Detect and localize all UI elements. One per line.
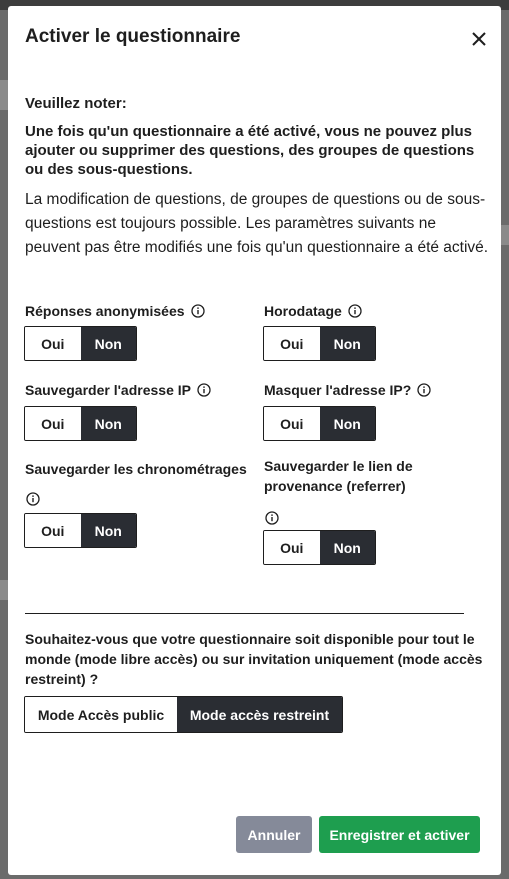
info-icon[interactable]	[190, 304, 205, 318]
toggle-yes-button[interactable]: Oui	[25, 407, 81, 440]
toggle-yes-button[interactable]: Oui	[264, 407, 320, 440]
option-label-text: Sauvegarder les chronométrages	[25, 461, 247, 477]
toggle-timings: Oui Non	[24, 513, 137, 548]
cancel-button[interactable]: Annuler	[236, 816, 312, 853]
access-mode-question: Souhaitez-vous que votre questionnaire s…	[25, 631, 483, 687]
option-label-timings: Sauvegarder les chronométrages	[25, 459, 247, 479]
dialog-title: Activer le questionnaire	[25, 26, 241, 47]
toggle-no-button[interactable]: Non	[319, 407, 375, 440]
close-icon[interactable]	[468, 28, 490, 50]
restricted-access-button[interactable]: Mode accès restreint	[177, 697, 342, 732]
toggle-mask-ip: Oui Non	[263, 406, 376, 441]
section-divider	[25, 613, 464, 614]
toggle-yes-button[interactable]: Oui	[25, 327, 81, 360]
option-label-text: Horodatage	[264, 303, 342, 319]
option-label-text: Sauvegarder l'adresse IP	[25, 382, 191, 398]
info-icon[interactable]	[26, 492, 40, 506]
background-page-element	[0, 80, 8, 110]
option-label-referrer: Sauvegarder le lien de provenance (refer…	[264, 456, 439, 496]
option-label-save-ip: Sauvegarder l'adresse IP	[25, 380, 211, 400]
toggle-yes-button[interactable]: Oui	[264, 327, 320, 360]
access-mode-toggle: Mode Accès public Mode accès restreint	[24, 696, 343, 733]
toggle-yes-button[interactable]: Oui	[264, 531, 320, 564]
notice-body: La modification de questions, de groupes…	[25, 191, 489, 256]
toggle-no-button[interactable]: Non	[80, 327, 136, 360]
info-icon[interactable]	[197, 383, 211, 397]
info-icon[interactable]	[265, 511, 279, 525]
save-and-activate-button[interactable]: Enregistrer et activer	[319, 816, 480, 853]
public-access-button[interactable]: Mode Accès public	[25, 697, 177, 732]
option-label-anonymized: Réponses anonymisées	[25, 301, 205, 321]
background-page-element	[0, 580, 8, 600]
option-label-mask-ip: Masquer l'adresse IP?	[264, 380, 431, 400]
toggle-save-ip: Oui Non	[24, 406, 137, 441]
option-label-datestamp: Horodatage	[264, 301, 362, 321]
toggle-referrer: Oui Non	[263, 530, 376, 565]
option-label-text: Réponses anonymisées	[25, 303, 185, 319]
notice-heading: Veuillez noter:	[25, 95, 127, 112]
toggle-no-button[interactable]: Non	[319, 531, 375, 564]
info-icon[interactable]	[417, 383, 431, 397]
option-label-text: Sauvegarder le lien de provenance (refer…	[264, 458, 413, 494]
toggle-no-button[interactable]: Non	[80, 407, 136, 440]
toggle-datestamp: Oui Non	[263, 326, 376, 361]
info-icon[interactable]	[348, 304, 362, 318]
toggle-yes-button[interactable]: Oui	[25, 514, 81, 547]
toggle-anonymized: Oui Non	[24, 326, 137, 361]
option-label-text: Masquer l'adresse IP?	[264, 382, 412, 398]
notice-warning: Une fois qu'un questionnaire a été activ…	[25, 123, 475, 178]
background-page-element	[501, 225, 509, 245]
toggle-no-button[interactable]: Non	[80, 514, 136, 547]
toggle-no-button[interactable]: Non	[319, 327, 375, 360]
activate-survey-dialog: Activer le questionnaire Veuillez noter:…	[8, 6, 501, 875]
